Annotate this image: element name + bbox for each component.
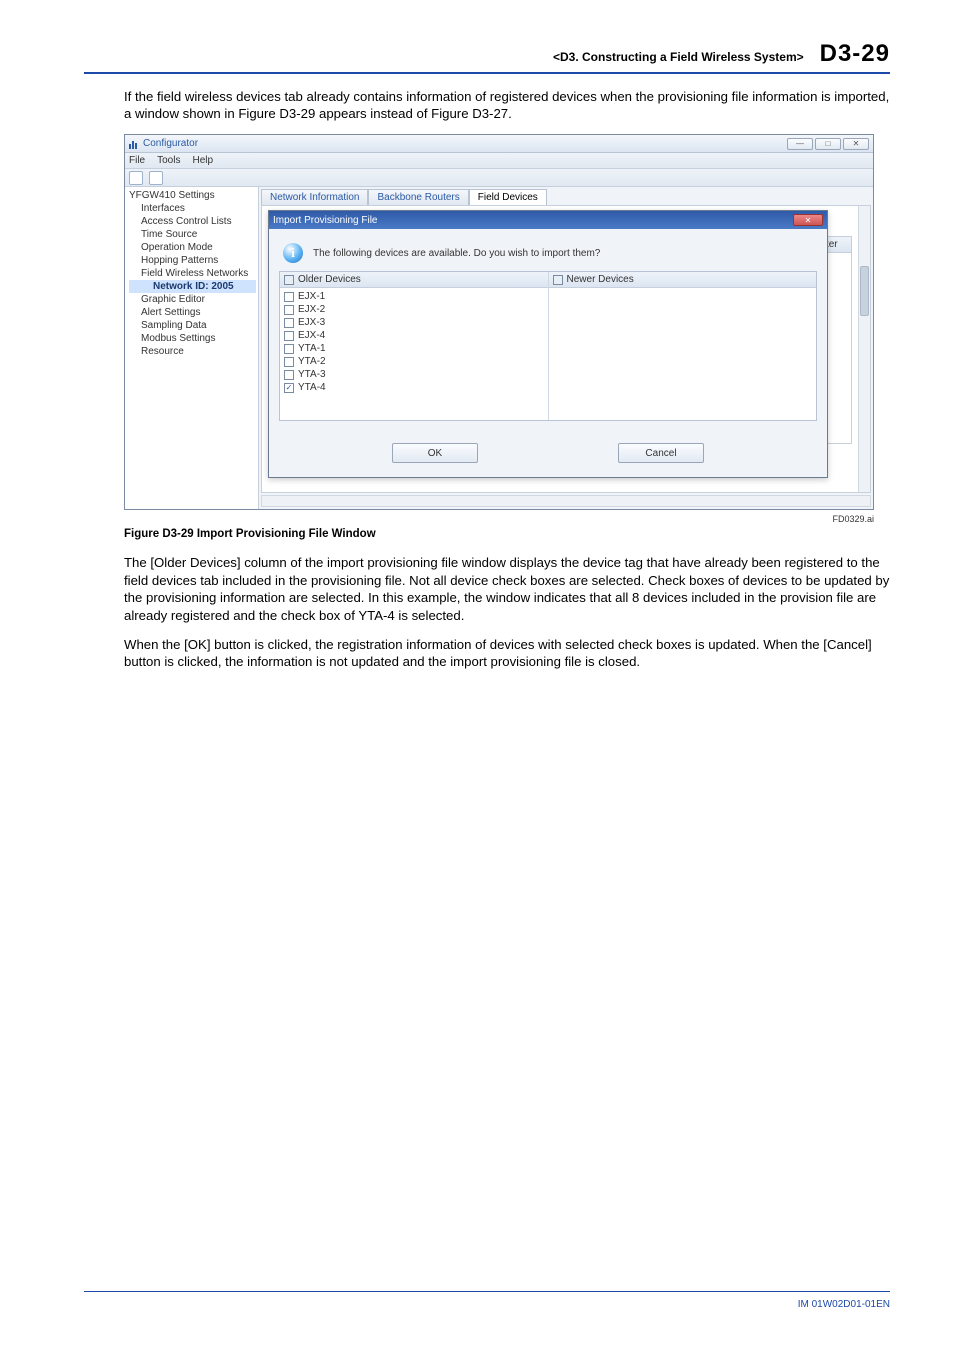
tree-item[interactable]: Sampling Data bbox=[129, 319, 256, 332]
cancel-button[interactable]: Cancel bbox=[618, 443, 704, 463]
device-checkbox[interactable] bbox=[284, 292, 294, 302]
page-number: D3-29 bbox=[820, 40, 890, 68]
dialog-title: Import Provisioning File bbox=[273, 215, 377, 226]
tree-item[interactable]: Hopping Patterns bbox=[129, 254, 256, 267]
device-checkbox[interactable] bbox=[284, 357, 294, 367]
tree-item[interactable]: Operation Mode bbox=[129, 241, 256, 254]
device-checkbox[interactable] bbox=[284, 344, 294, 354]
figure-reference: FD0329.ai bbox=[124, 514, 874, 524]
device-checkbox[interactable] bbox=[284, 370, 294, 380]
tree-item[interactable]: Field Wireless Networks bbox=[129, 267, 256, 280]
device-label: YTA-2 bbox=[298, 356, 326, 367]
device-label: YTA-1 bbox=[298, 343, 326, 354]
device-label: YTA-4 bbox=[298, 382, 326, 393]
intro-paragraph: If the field wireless devices tab alread… bbox=[124, 88, 890, 122]
maximize-button[interactable]: □ bbox=[815, 138, 841, 150]
footer-rule bbox=[84, 1291, 890, 1292]
tree-item[interactable]: Modbus Settings bbox=[129, 332, 256, 345]
ok-button[interactable]: OK bbox=[392, 443, 478, 463]
older-devices-header: Older Devices bbox=[298, 274, 361, 285]
newer-devices-header: Newer Devices bbox=[567, 274, 634, 285]
window-titlebar: Configurator — □ ✕ bbox=[125, 135, 873, 153]
body-paragraph-1: The [Older Devices] column of the import… bbox=[124, 554, 890, 624]
tab-strip: Network Information Backbone Routers Fie… bbox=[261, 189, 873, 205]
newer-devices-column: Newer Devices bbox=[549, 272, 817, 420]
device-list-item[interactable]: YTA-2 bbox=[284, 355, 544, 368]
tab-backbone-routers[interactable]: Backbone Routers bbox=[368, 189, 468, 205]
device-list-item[interactable]: ✓ YTA-4 bbox=[284, 381, 544, 394]
device-checkbox[interactable] bbox=[284, 331, 294, 341]
device-list-item[interactable]: EJX-4 bbox=[284, 329, 544, 342]
device-list-item[interactable]: YTA-1 bbox=[284, 342, 544, 355]
toolbar bbox=[125, 169, 873, 187]
footer-doc-id: IM 01W02D01-01EN bbox=[798, 1299, 890, 1310]
configurator-window: Configurator — □ ✕ File Tools Help YFGW4… bbox=[124, 134, 874, 510]
device-label: EJX-4 bbox=[298, 330, 325, 341]
older-header-checkbox[interactable] bbox=[284, 275, 294, 285]
device-checkbox[interactable] bbox=[284, 305, 294, 315]
tree-item[interactable]: Time Source bbox=[129, 228, 256, 241]
menu-tools[interactable]: Tools bbox=[157, 155, 180, 166]
tree-root[interactable]: YFGW410 Settings bbox=[129, 189, 256, 202]
tree-item[interactable]: Graphic Editor bbox=[129, 293, 256, 306]
tree-item[interactable]: Resource bbox=[129, 345, 256, 358]
dialog-message: The following devices are available. Do … bbox=[313, 248, 600, 259]
content-area: Secondary Router Import Provisioning Fil… bbox=[261, 205, 871, 493]
newer-header-checkbox[interactable] bbox=[553, 275, 563, 285]
app-icon bbox=[129, 139, 139, 149]
nav-tree[interactable]: YFGW410 Settings Interfaces Access Contr… bbox=[125, 187, 259, 509]
dialog-close-button[interactable]: ✕ bbox=[793, 214, 823, 226]
older-devices-list: EJX-1 EJX-2 EJX-3 EJX-4 YTA-1 YTA-2 YTA-3 ✓ YTA-… bbox=[280, 288, 548, 396]
toolbar-icon-1[interactable] bbox=[129, 171, 143, 185]
device-label: EJX-3 bbox=[298, 317, 325, 328]
page-header: <D3. Constructing a Field Wireless Syste… bbox=[84, 40, 890, 74]
device-checkbox[interactable]: ✓ bbox=[284, 383, 294, 393]
device-list-item[interactable]: YTA-3 bbox=[284, 368, 544, 381]
menu-help[interactable]: Help bbox=[192, 155, 213, 166]
tree-item-selected[interactable]: Network ID: 2005 bbox=[129, 280, 256, 293]
tree-item[interactable]: Interfaces bbox=[129, 202, 256, 215]
device-label: YTA-3 bbox=[298, 369, 326, 380]
tab-network-information[interactable]: Network Information bbox=[261, 189, 368, 205]
close-button[interactable]: ✕ bbox=[843, 138, 869, 150]
device-list-item[interactable]: EJX-1 bbox=[284, 290, 544, 303]
dialog-titlebar: Import Provisioning File ✕ bbox=[269, 211, 827, 229]
tab-field-devices[interactable]: Field Devices bbox=[469, 189, 547, 205]
tree-item[interactable]: Alert Settings bbox=[129, 306, 256, 319]
tree-item[interactable]: Access Control Lists bbox=[129, 215, 256, 228]
device-list-item[interactable]: EJX-3 bbox=[284, 316, 544, 329]
horizontal-scrollbar[interactable] bbox=[261, 495, 871, 507]
older-devices-column: Older Devices EJX-1 EJX-2 EJX-3 EJX-4 YTA-1 Y… bbox=[280, 272, 549, 420]
device-label: EJX-1 bbox=[298, 291, 325, 302]
menubar: File Tools Help bbox=[125, 153, 873, 169]
menu-file[interactable]: File bbox=[129, 155, 145, 166]
body-paragraph-2: When the [OK] button is clicked, the reg… bbox=[124, 636, 890, 671]
window-title: Configurator bbox=[143, 138, 787, 149]
device-checkbox[interactable] bbox=[284, 318, 294, 328]
minimize-button[interactable]: — bbox=[787, 138, 813, 150]
chapter-title: <D3. Constructing a Field Wireless Syste… bbox=[553, 50, 804, 64]
newer-devices-list bbox=[549, 288, 817, 292]
info-icon: i bbox=[283, 243, 303, 263]
figure-caption: Figure D3-29 Import Provisioning File Wi… bbox=[124, 528, 890, 540]
device-list-item[interactable]: EJX-2 bbox=[284, 303, 544, 316]
device-label: EJX-2 bbox=[298, 304, 325, 315]
vertical-scrollbar[interactable] bbox=[858, 206, 870, 492]
import-provisioning-dialog: Import Provisioning File ✕ i The followi… bbox=[268, 210, 828, 478]
toolbar-icon-2[interactable] bbox=[149, 171, 163, 185]
